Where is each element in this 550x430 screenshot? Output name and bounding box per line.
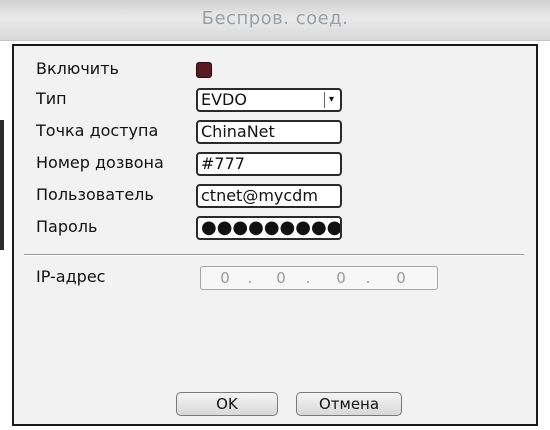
ip-address-field[interactable]: 0 . 0 . 0 . 0 [200, 266, 438, 290]
ip-separator: . [365, 269, 371, 287]
ok-button[interactable]: OK [176, 392, 278, 416]
title-bar: Беспров. соед. [0, 0, 550, 41]
ip-octet-1[interactable]: 0 [215, 267, 235, 289]
left-edge-marker [0, 120, 4, 250]
window-title: Беспров. соед. [201, 8, 349, 29]
section-divider [24, 254, 524, 256]
ip-separator: . [305, 269, 311, 287]
type-label: Тип [36, 89, 67, 108]
ip-separator: . [247, 269, 253, 287]
type-select[interactable]: EVDO ▾ [196, 88, 342, 112]
chevron-down-icon[interactable]: ▾ [324, 92, 338, 108]
access-point-field[interactable]: ChinaNet [196, 120, 342, 144]
user-label: Пользователь [36, 185, 154, 204]
type-select-value: EVDO [201, 90, 247, 109]
password-value: ●●●●●●●●●● [201, 217, 342, 238]
cancel-button[interactable]: Отмена [296, 392, 402, 416]
password-label: Пароль [36, 217, 98, 236]
ip-octet-2[interactable]: 0 [271, 267, 291, 289]
dial-number-value: #777 [201, 154, 245, 173]
user-field[interactable]: ctnet@mycdm [196, 184, 342, 208]
dial-number-label: Номер дозвона [36, 153, 164, 172]
dial-number-field[interactable]: #777 [196, 152, 342, 176]
access-point-value: ChinaNet [201, 122, 275, 141]
user-value: ctnet@mycdm [201, 186, 318, 205]
ip-address-label: IP-адрес [36, 267, 106, 286]
ip-octet-3[interactable]: 0 [331, 267, 351, 289]
access-point-label: Точка доступа [36, 121, 159, 140]
enable-label: Включить [36, 59, 119, 78]
enable-checkbox[interactable] [196, 62, 212, 78]
password-field[interactable]: ●●●●●●●●●● [196, 216, 342, 240]
app-window: Беспров. соед. Включить Тип EVDO ▾ Точка… [0, 0, 550, 430]
ip-octet-4[interactable]: 0 [391, 267, 411, 289]
